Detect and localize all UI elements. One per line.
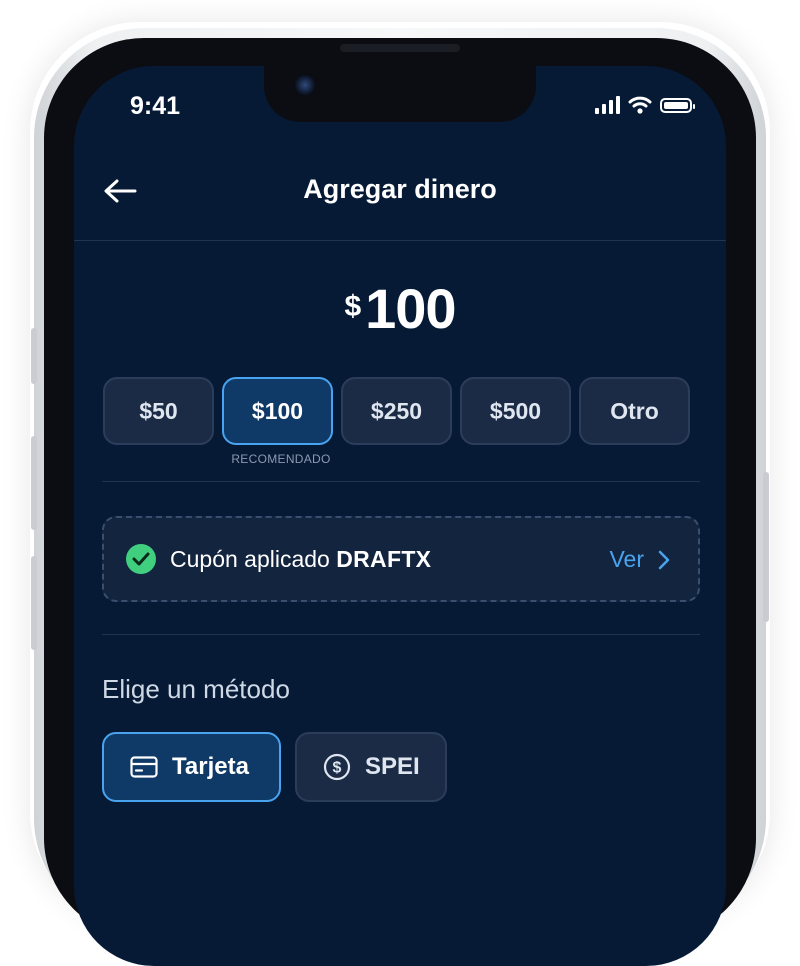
- coupon-view-label: Ver: [609, 546, 644, 572]
- method-spei-button[interactable]: $ SPEI: [295, 732, 447, 802]
- status-icons: [595, 96, 695, 114]
- payment-methods: Tarjeta $ SPEI: [102, 732, 447, 802]
- method-card-button[interactable]: Tarjeta: [102, 732, 281, 802]
- coupon-code: DRAFTX: [336, 546, 432, 572]
- coupon-view-link[interactable]: Ver: [609, 546, 670, 573]
- battery-icon: [660, 97, 695, 113]
- amount-chip-100[interactable]: $100: [222, 377, 333, 445]
- method-spei-label: SPEI: [365, 753, 420, 780]
- phone-screen: 9:41 Agregar dinero $100 $50 $100 $250 $…: [74, 66, 726, 966]
- power-button: [763, 472, 769, 622]
- header-divider: [74, 240, 726, 241]
- volume-up-button: [31, 436, 37, 530]
- cellular-signal-icon: [595, 96, 620, 114]
- coupon-banner[interactable]: Cupón aplicado DRAFTX Ver: [102, 516, 700, 602]
- silent-switch: [31, 328, 37, 384]
- coupon-prefix: Cupón aplicado: [170, 546, 330, 572]
- coupon-text: Cupón aplicado DRAFTX: [170, 546, 431, 573]
- coupon-divider: [102, 634, 700, 635]
- front-camera: [294, 74, 316, 96]
- volume-down-button: [31, 556, 37, 650]
- amount-divider: [102, 481, 700, 482]
- earpiece-speaker: [340, 44, 460, 52]
- check-circle-icon: [126, 544, 156, 574]
- method-section-title: Elige un método: [102, 674, 290, 704]
- svg-text:$: $: [333, 760, 342, 777]
- amount-chip-250[interactable]: $250: [341, 377, 452, 445]
- wifi-icon: [628, 96, 652, 114]
- amount-chip-other[interactable]: Otro: [579, 377, 690, 445]
- amount-options: $50 $100 $250 $500 Otro: [103, 377, 690, 445]
- recommended-label: RECOMENDADO: [231, 452, 331, 466]
- top-bar: Agregar dinero: [74, 162, 726, 240]
- chevron-right-icon: [658, 550, 670, 569]
- page-title: Agregar dinero: [303, 174, 497, 204]
- amount-chip-50[interactable]: $50: [103, 377, 214, 445]
- currency-symbol: $: [344, 290, 362, 323]
- dollar-circle-icon: $: [323, 753, 351, 781]
- amount-chip-500[interactable]: $500: [460, 377, 571, 445]
- status-time: 9:41: [130, 92, 181, 120]
- credit-card-icon: [130, 756, 158, 778]
- amount-value: 100: [365, 277, 456, 340]
- method-card-label: Tarjeta: [172, 753, 249, 780]
- notch: [264, 66, 536, 122]
- amount-display: $100: [74, 276, 726, 341]
